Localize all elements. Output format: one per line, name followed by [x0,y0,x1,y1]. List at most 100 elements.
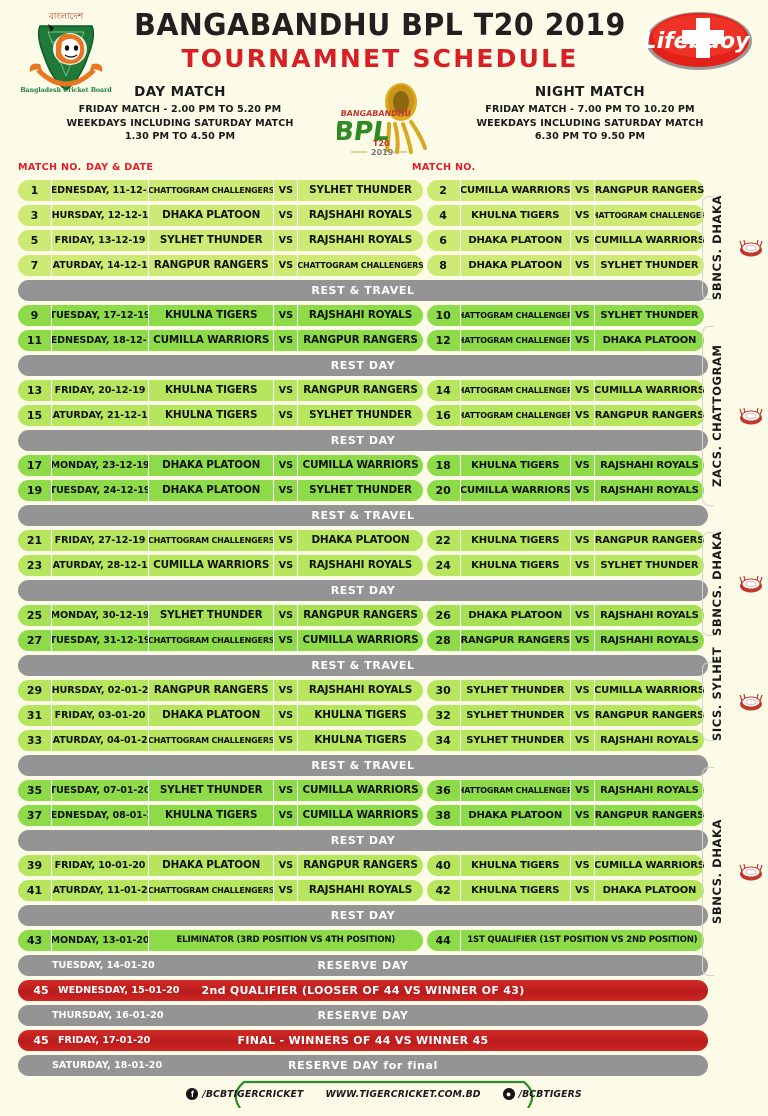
match-date: FRIDAY, 27-12-19 [52,530,149,551]
vs-label: VS [274,780,299,801]
match-block-right[interactable]: 36CHATTOGRAM CHALLENGERSVS RAJSHAHI ROYAL… [426,780,704,801]
table-row[interactable]: 15SATURDAY, 21-12-19KHULNA TIGERSVSSYLHE… [18,405,704,426]
vs-label: VS [571,555,595,576]
vs-label: VS [274,730,299,751]
match-block-right[interactable]: 18 KHULNA TIGERS VS RAJSHAHI ROYALS [426,455,704,476]
website-link[interactable]: WWW.TIGERCRICKET.COM.BD [325,1089,480,1100]
match-block-right[interactable]: 44 1ST QUALIFIER (1ST POSITION VS 2ND POS… [426,930,704,951]
knockout-match-band[interactable]: 45 FRIDAY, 17-01-20 FINAL - WINNERS OF 44 … [18,1030,708,1051]
match-block-right[interactable]: 2 CUMILLA WARRIORS VS RANGPUR RANGERS [426,180,704,201]
match-date: SATURDAY, 21-12-19 [52,405,149,426]
table-row[interactable]: 31 FRIDAY, 03-01-20 DHAKA PLATOON VS KHULNA … [18,705,704,726]
vs-label: VS [571,305,595,326]
night-match-info: NIGHT MATCH FRIDAY MATCH - 7.00 PM TO 10… [440,84,740,144]
facebook-link[interactable]: f /BCBTIGERCRICKET [186,1088,303,1100]
table-row[interactable]: 29THURSDAY, 02-01-20RANGPUR RANGERSVSRAJ… [18,680,704,701]
match-block-left[interactable]: 25 MONDAY, 30-12-19 SYLHET THUNDER VS RANGPU… [18,605,423,626]
match-block-right[interactable]: 14CHATTOGRAM CHALLENGERSVSCUMILLA WARRIO… [426,380,704,401]
match-block-left[interactable]: 9 TUESDAY, 17-12-19 KHULNA TIGERS VS RAJSHAH… [18,305,423,326]
match-block-right[interactable]: 30 SYLHET THUNDER VS CUMILLA WARRIORS [426,680,704,701]
match-number: 29 [18,680,52,701]
vs-label: VS [571,855,595,876]
table-row[interactable]: 3THURSDAY, 12-12-19DHAKA PLATOONVSRAJSHA… [18,205,704,226]
match-block-left[interactable]: 5 FRIDAY, 13-12-19 SYLHET THUNDER VS RAJSHAH… [18,230,423,251]
table-row[interactable]: 19 TUESDAY, 24-12-19 DHAKA PLATOON VS SYLHET… [18,480,704,501]
match-number: 41 [18,880,52,901]
match-block-left[interactable]: 17 MONDAY, 23-12-19 DHAKA PLATOON VS CUMILLA… [18,455,423,476]
table-row[interactable]: 7SATURDAY, 14-12-19RANGPUR RANGERSVSCHAT… [18,255,704,276]
match-block-right[interactable]: 32 SYLHET THUNDER VS RANGPUR RANGERS [426,705,704,726]
match-block-right[interactable]: 26 DHAKA PLATOON VS RAJSHAHI ROYALS [426,605,704,626]
match-block-left[interactable]: 3THURSDAY, 12-12-19DHAKA PLATOONVS RAJSHA… [18,205,423,226]
match-block-left[interactable]: 43 MONDAY, 13-01-20 ELIMINATOR (3RD POSITI… [18,930,423,951]
match-block-left[interactable]: 13 FRIDAY, 20-12-19 KHULNA TIGERS VS RANGPUR… [18,380,423,401]
match-block-left[interactable]: 41SATURDAY, 11-01-20CHATTOGRAM CHALLENGE… [18,880,423,901]
match-number: 7 [18,255,52,276]
match-block-left[interactable]: 23SATURDAY, 28-12-19CUMILLA WARRIORSVS RA… [18,555,423,576]
table-row[interactable]: 35 TUESDAY, 07-01-20 SYLHET THUNDER VS CUMIL… [18,780,704,801]
vs-label: VS [274,405,299,426]
team-home: CHATTOGRAM CHALLENGERS [149,530,275,551]
match-block-right[interactable]: 42 KHULNA TIGERS VS DHAKA PLATOON [426,880,704,901]
table-row[interactable]: 11WEDNESDAY, 18-12-19CUMILLA WARRIORSVSR… [18,330,704,351]
table-row[interactable]: 13 FRIDAY, 20-12-19 KHULNA TIGERS VS RANGPUR… [18,380,704,401]
table-row[interactable]: 39 FRIDAY, 10-01-20 DHAKA PLATOON VS RANGPUR… [18,855,704,876]
twitter-link[interactable]: ● /BCBTIGERS [502,1088,582,1100]
match-block-right[interactable]: 28 RANGPUR RANGERS VS RAJSHAHI ROYALS [426,630,704,651]
team-away: DHAKA PLATOON [602,884,697,896]
table-row[interactable]: 43 MONDAY, 13-01-20 ELIMINATOR (3RD POSITI… [18,930,704,951]
table-row[interactable]: 9 TUESDAY, 17-12-19 KHULNA TIGERS VS RAJSHAH… [18,305,704,326]
match-block-right[interactable]: 12CHATTOGRAM CHALLENGERSVS DHAKA PLATOON [426,330,704,351]
match-block-right[interactable]: 24 KHULNA TIGERS VS SYLHET THUNDER [426,555,704,576]
match-block-left[interactable]: 31 FRIDAY, 03-01-20 DHAKA PLATOON VS KHULNA … [18,705,423,726]
team-home: KHULNA TIGERS [461,855,571,876]
vs-label: VS [571,455,595,476]
match-number: 40 [427,855,461,876]
match-block-right[interactable]: 8 DHAKA PLATOON VS SYLHET THUNDER [426,255,704,276]
match-block-right[interactable]: 10CHATTOGRAM CHALLENGERSVS SYLHET THUNDER [426,305,704,326]
table-row[interactable]: 25 MONDAY, 30-12-19 SYLHET THUNDER VS RANGPU… [18,605,704,626]
match-number: 45 [33,1034,49,1047]
match-block-right[interactable]: 6 DHAKA PLATOON VS CUMILLA WARRIORS [426,230,704,251]
team-away: RANGPUR RANGERS [594,809,704,821]
match-block-right[interactable]: 20 CUMILLA WARRIORS VS RAJSHAHI ROYALS [426,480,704,501]
match-block-left[interactable]: 39 FRIDAY, 10-01-20 DHAKA PLATOON VS RANGPUR… [18,855,423,876]
match-block-left[interactable]: 1WEDNESDAY, 11-12-19CHATTOGRAM CHALLENGE… [18,180,423,201]
match-block-right[interactable]: 4KHULNA TIGERSVSCHATTOGRAM CHALLENGERS [426,205,704,226]
team-away: SYLHET THUNDER [309,184,412,197]
match-block-right[interactable]: 38 DHAKA PLATOON VS RANGPUR RANGERS [426,805,704,826]
vs-label: VS [571,530,595,551]
match-block-left[interactable]: 33SATURDAY, 04-01-20CHATTOGRAM CHALLENGE… [18,730,423,751]
match-block-left[interactable]: 35 TUESDAY, 07-01-20 SYLHET THUNDER VS CUMIL… [18,780,423,801]
match-block-left[interactable]: 27 TUESDAY, 31-12-19 CHATTOGRAM CHALLENGER… [18,630,423,651]
match-block-left[interactable]: 37WEDNESDAY, 08-01-20KHULNA TIGERSVSCUMI… [18,805,423,826]
table-row[interactable]: 1WEDNESDAY, 11-12-19CHATTOGRAM CHALLENGE… [18,180,704,201]
table-row[interactable]: 37WEDNESDAY, 08-01-20KHULNA TIGERSVSCUMI… [18,805,704,826]
match-block-left[interactable]: 29THURSDAY, 02-01-20RANGPUR RANGERSVS RAJ… [18,680,423,701]
table-row[interactable]: 21 FRIDAY, 27-12-19 CHATTOGRAM CHALLENGERS… [18,530,704,551]
match-block-left[interactable]: 19 TUESDAY, 24-12-19 DHAKA PLATOON VS SYLHET… [18,480,423,501]
table-row[interactable]: 27 TUESDAY, 31-12-19 CHATTOGRAM CHALLENGER… [18,630,704,651]
table-row[interactable]: 5 FRIDAY, 13-12-19 SYLHET THUNDER VS RAJSHAH… [18,230,704,251]
team-away: KHULNA TIGERS [314,734,407,747]
table-row[interactable]: 41SATURDAY, 11-01-20CHATTOGRAM CHALLENGE… [18,880,704,901]
match-number: 19 [18,480,52,501]
match-block-right[interactable]: 34 SYLHET THUNDER VS RAJSHAHI ROYALS [426,730,704,751]
match-block-left[interactable]: 11WEDNESDAY, 18-12-19CUMILLA WARRIORSVS R… [18,330,423,351]
match-block-left[interactable]: 21 FRIDAY, 27-12-19 CHATTOGRAM CHALLENGERS… [18,530,423,551]
stadium-icon [739,693,763,710]
rest-day-band: REST & TRAVEL [18,280,708,301]
match-block-right[interactable]: 16CHATTOGRAM CHALLENGERSVSRANGPUR RANGER… [426,405,704,426]
match-block-left[interactable]: 7SATURDAY, 14-12-19RANGPUR RANGERSVSCHAT… [18,255,423,276]
table-row[interactable]: 23SATURDAY, 28-12-19CUMILLA WARRIORSVSRA… [18,555,704,576]
match-block-right[interactable]: 40 KHULNA TIGERS VS CUMILLA WARRIORS [426,855,704,876]
match-date: MONDAY, 13-01-20 [52,930,149,951]
table-row[interactable]: 17 MONDAY, 23-12-19 DHAKA PLATOON VS CUMILLA… [18,455,704,476]
knockout-match-band[interactable]: 45 WEDNESDAY, 15-01-20 2nd QUALIFIER (LOOS… [18,980,708,1001]
vs-label: VS [274,380,299,401]
table-row[interactable]: 33SATURDAY, 04-01-20CHATTOGRAM CHALLENGE… [18,730,704,751]
match-block-left[interactable]: 15SATURDAY, 21-12-19KHULNA TIGERSVS SYLHE… [18,405,423,426]
team-away: RAJSHAHI ROYALS [600,734,699,746]
match-block-right[interactable]: 22 KHULNA TIGERS VS RANGPUR RANGERS [426,530,704,551]
match-date: FRIDAY, 13-12-19 [52,230,149,251]
